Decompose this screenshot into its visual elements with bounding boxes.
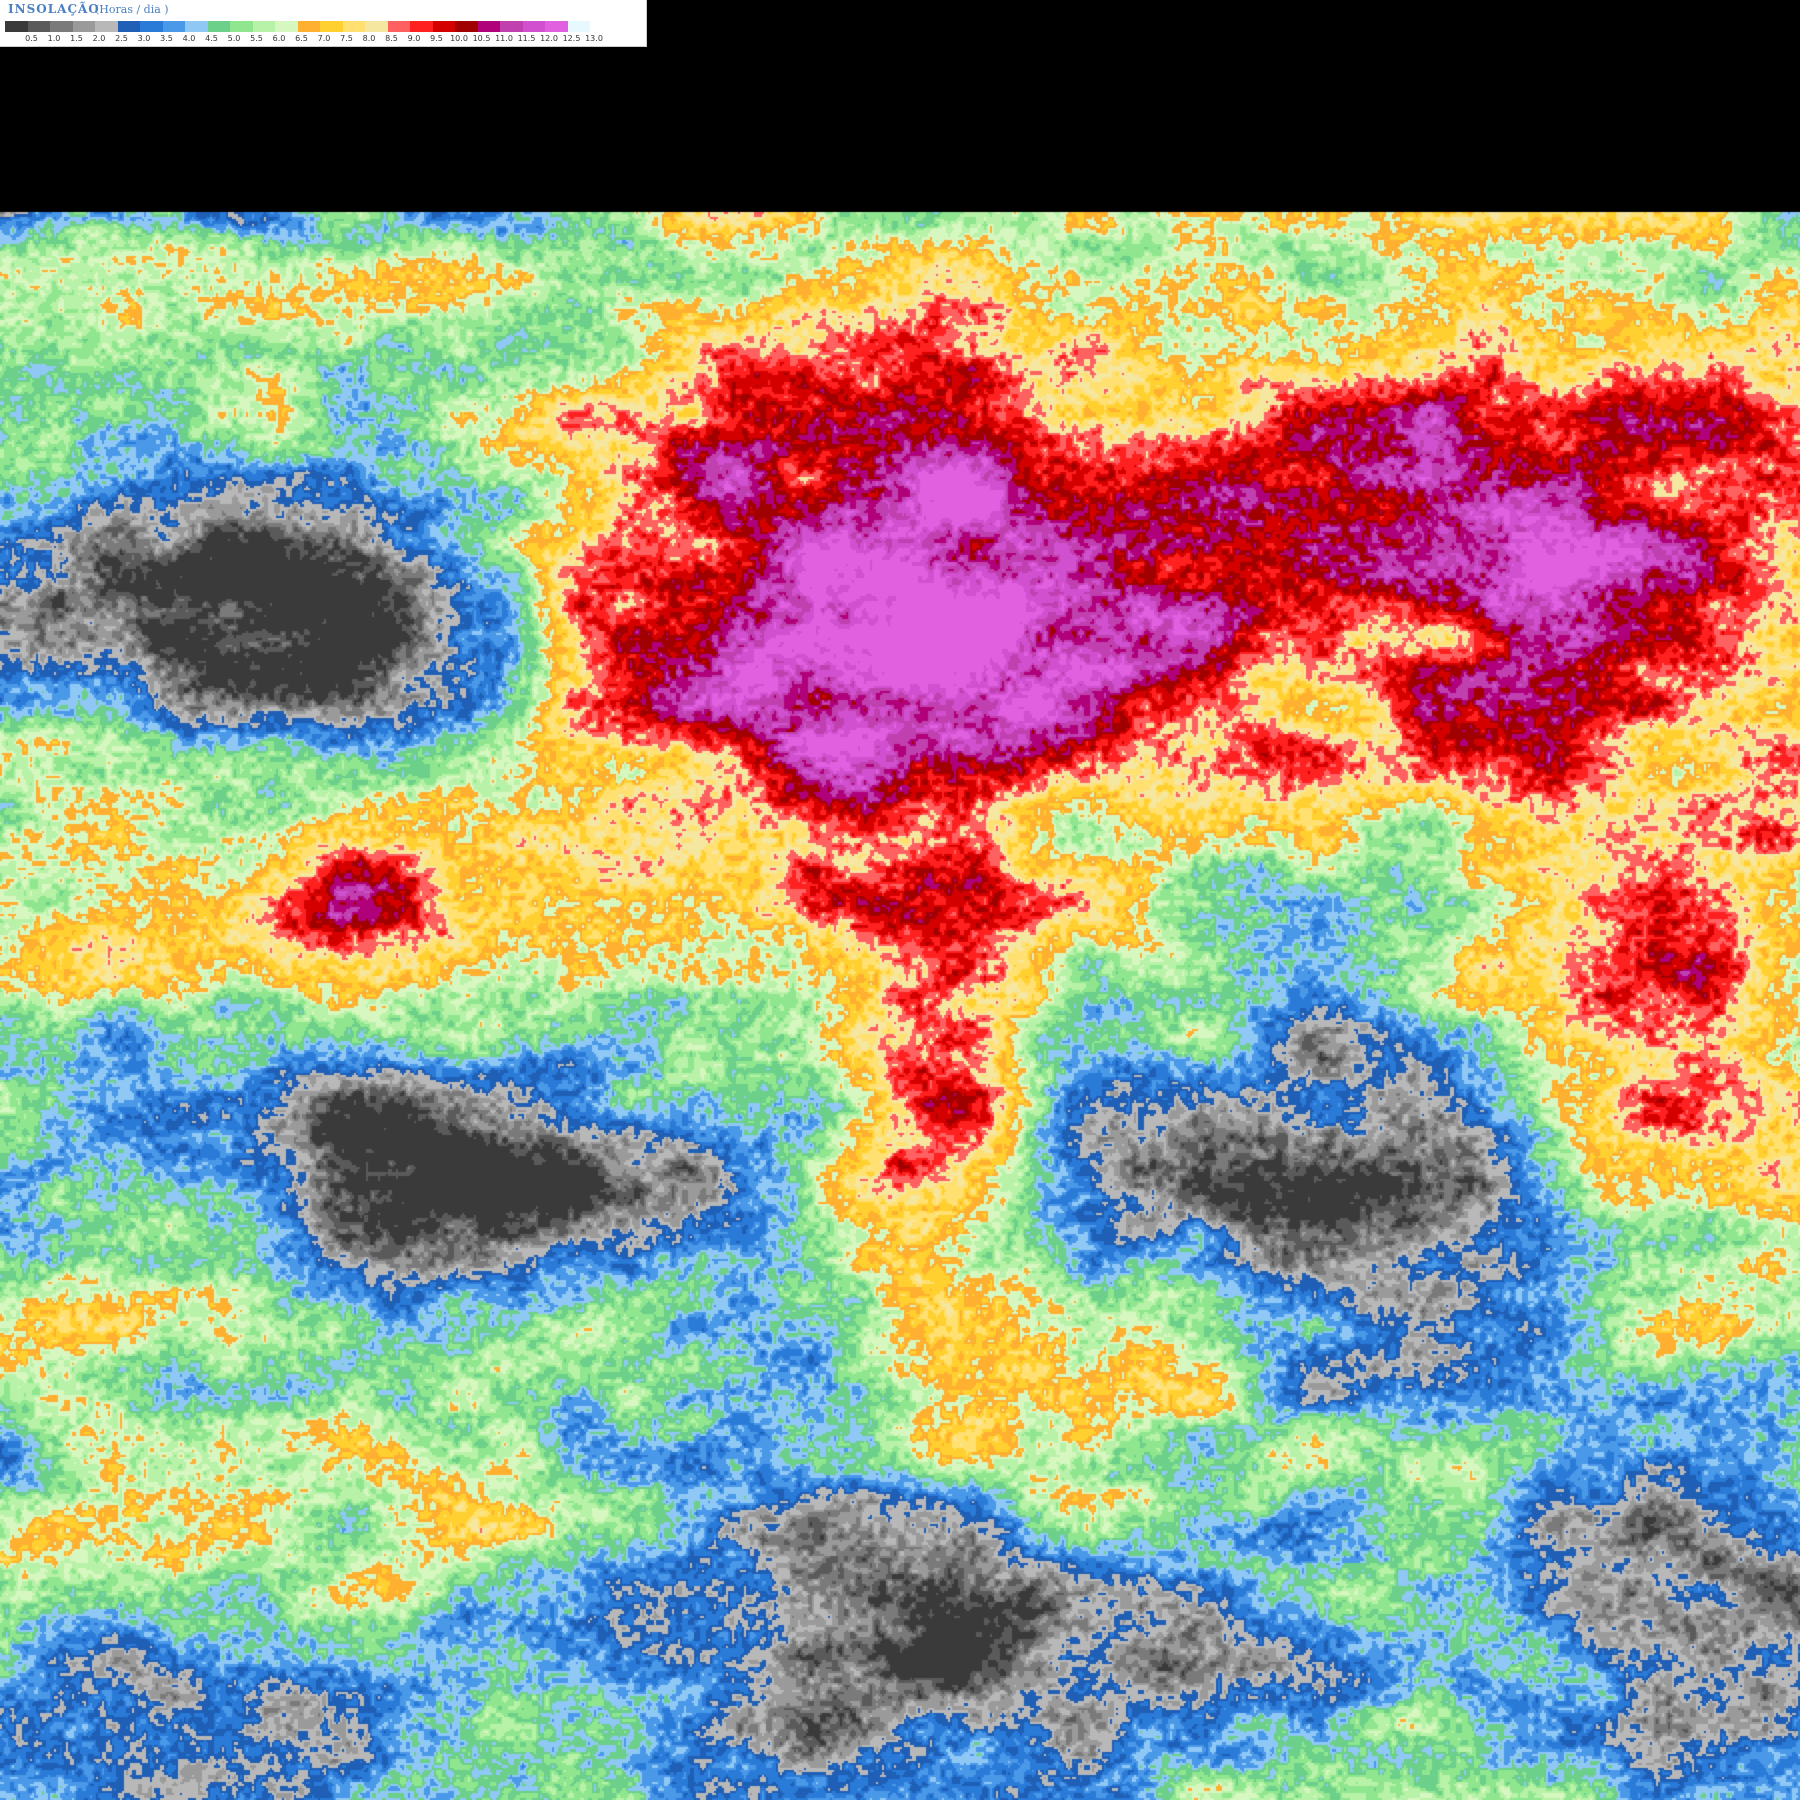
legend-tick: 4.5 [205,34,218,43]
legend-swatch [545,21,568,32]
legend-tick: 2.0 [92,34,106,43]
legend-tick: 8.0 [362,34,376,43]
legend-tick: 6.5 [295,34,308,43]
legend-swatch [567,21,590,32]
legend-tick: 9.0 [407,34,421,43]
legend-tick: 1.0 [47,34,61,43]
legend-swatch [72,21,95,32]
legend-swatch [387,21,410,32]
legend-swatch [185,21,208,32]
legend-tick: 5.0 [227,34,241,43]
legend-color-bar [5,21,613,32]
legend-tick: 12.0 [540,34,558,43]
legend-title: INSOLAÇÃO [8,2,100,16]
legend-tick: 7.5 [340,34,353,43]
legend-unit: (Horas / dia ) [95,3,169,16]
legend-tick: 5.5 [250,34,263,43]
legend-tick: 1.5 [70,34,83,43]
legend-swatch [320,21,343,32]
legend-swatch [522,21,545,32]
legend-tick: 3.0 [137,34,151,43]
legend-swatch [432,21,455,32]
legend-swatch [410,21,433,32]
legend-swatch [50,21,73,32]
legend-tick: 11.0 [495,34,513,43]
legend-tick: 12.5 [562,34,581,43]
legend-swatch [162,21,185,32]
legend-tick: 10.0 [450,34,468,43]
legend-swatch [252,21,275,32]
legend-tick: 4.0 [182,34,196,43]
legend-tick: 6.0 [272,34,286,43]
legend-swatch [297,21,320,32]
legend-tick: 8.5 [385,34,398,43]
legend-swatch [117,21,140,32]
legend-swatch [477,21,500,32]
legend-tick: 13.0 [585,34,603,43]
insolation-map [0,0,1800,1800]
color-legend: INSOLAÇÃO (Horas / dia ) 0.5 1.0 1.5 2.0 2.5… [0,0,647,47]
legend-swatch [207,21,230,32]
legend-swatch [365,21,388,32]
legend-tick: 7.0 [317,34,331,43]
legend-swatch [27,21,50,32]
legend-tick: 10.5 [472,34,491,43]
legend-tick-labels: 0.5 1.0 1.5 2.0 2.5 3.0 3.5 4.0 4.5 5.0 5.5 6.0 6.5 7… [5,34,645,44]
legend-swatch [500,21,523,32]
legend-tick: 9.5 [430,34,443,43]
legend-swatch [5,21,28,32]
legend-swatch [95,21,118,32]
legend-swatch [590,21,613,32]
legend-swatch [230,21,253,32]
legend-swatch [455,21,478,32]
legend-swatch [275,21,298,32]
legend-swatch [342,21,365,32]
legend-swatch [140,21,163,32]
legend-tick: 3.5 [160,34,173,43]
legend-tick: 11.5 [517,34,536,43]
legend-tick: 2.5 [115,34,128,43]
legend-tick: 0.5 [25,34,38,43]
